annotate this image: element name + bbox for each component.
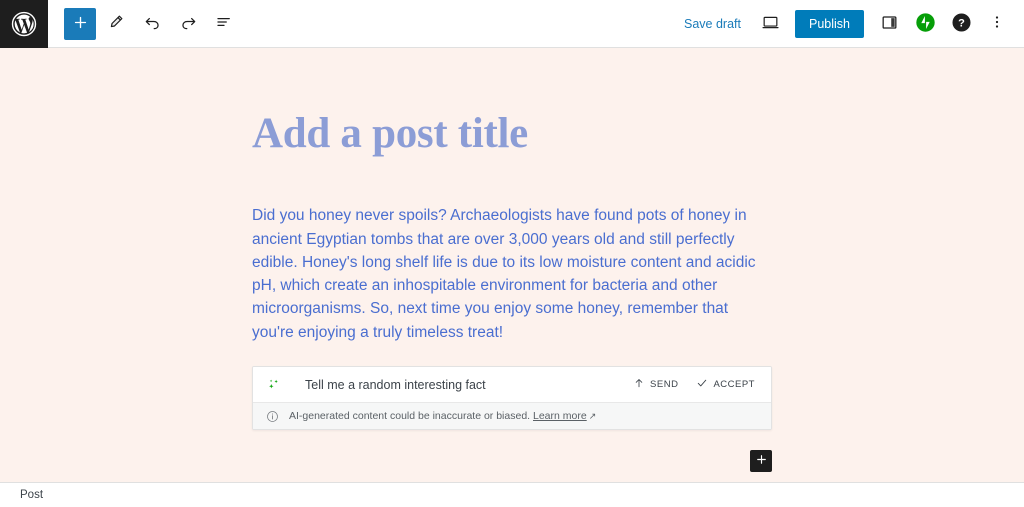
ai-disclaimer-bar: AI-generated content could be inaccurate… [253, 402, 771, 430]
checkmark-icon [696, 377, 708, 392]
external-link-icon: ↗ [588, 411, 597, 422]
options-menu-button[interactable] [982, 9, 1012, 39]
ai-prompt-row: Tell me a random interesting fact SEND A… [253, 367, 771, 403]
jetpack-button[interactable] [910, 9, 940, 39]
ai-assistant-block: Tell me a random interesting fact SEND A… [252, 366, 772, 431]
ai-prompt-input[interactable]: Tell me a random interesting fact [283, 378, 627, 392]
header-left-toolbar [48, 7, 240, 40]
edit-mode-button[interactable] [100, 8, 132, 40]
ai-sparkle-icon [265, 377, 283, 393]
preview-button[interactable] [755, 9, 785, 39]
ai-accept-button[interactable]: ACCEPT [690, 373, 761, 396]
redo-button[interactable] [172, 8, 204, 40]
editor-header: Save draft Publish ? [0, 0, 1024, 48]
help-circle-icon: ? [951, 12, 972, 36]
block-appender-button[interactable] [750, 450, 772, 473]
content-wrapper: Add a post title Did you honey never spo… [0, 48, 1024, 473]
header-right-toolbar: Save draft Publish ? [676, 9, 1024, 39]
undo-button[interactable] [136, 8, 168, 40]
help-button[interactable]: ? [946, 9, 976, 39]
post-title-input[interactable]: Add a post title [252, 110, 772, 157]
arrow-up-icon [633, 377, 645, 392]
svg-text:?: ? [958, 17, 965, 29]
ai-disclaimer-sentence: AI-generated content could be inaccurate… [289, 410, 531, 423]
settings-sidebar-button[interactable] [874, 9, 904, 39]
desktop-icon [761, 13, 780, 35]
add-block-button[interactable] [64, 7, 96, 40]
wordpress-logo-button[interactable] [0, 0, 48, 48]
ai-send-button[interactable]: SEND [627, 373, 684, 396]
redo-icon [179, 13, 198, 35]
plus-icon [755, 453, 768, 469]
editor-canvas: Add a post title Did you honey never spo… [0, 48, 1024, 482]
document-overview-button[interactable] [208, 8, 240, 40]
content-column: Add a post title Did you honey never spo… [252, 110, 774, 431]
info-circle-icon [265, 410, 279, 423]
ai-send-label: SEND [650, 379, 679, 391]
post-paragraph-block[interactable]: Did you honey never spoils? Archaeologis… [252, 204, 774, 344]
pencil-icon [107, 13, 125, 34]
publish-button[interactable]: Publish [795, 9, 864, 38]
ai-learn-more-link[interactable]: Learn more [533, 410, 587, 422]
editor-footer: Post [0, 482, 1024, 507]
sidebar-toggle-icon [880, 13, 899, 35]
undo-icon [143, 13, 162, 35]
list-view-icon [215, 13, 233, 34]
ai-accept-label: ACCEPT [713, 379, 755, 391]
save-draft-button[interactable]: Save draft [676, 11, 749, 37]
block-appender-row [252, 450, 772, 473]
wordpress-logo-icon [11, 11, 37, 37]
ai-disclaimer-text: AI-generated content could be inaccurate… [279, 410, 596, 422]
three-dots-vertical-icon [988, 13, 1006, 34]
breadcrumb-post[interactable]: Post [20, 489, 43, 501]
jetpack-icon [915, 12, 936, 36]
plus-icon [72, 14, 89, 34]
